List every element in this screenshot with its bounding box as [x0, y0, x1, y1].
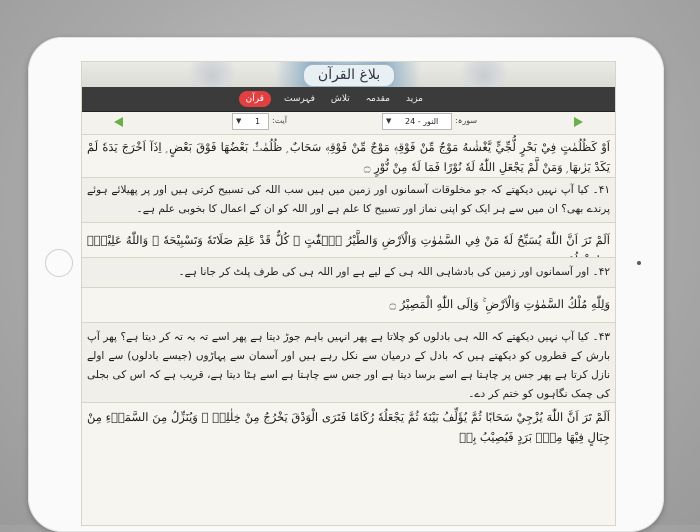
surah-label: سورہ: [455, 116, 478, 125]
chevron-down-icon: ▼ [236, 117, 242, 125]
home-button[interactable] [45, 249, 73, 277]
ornament-left-icon [182, 62, 242, 87]
urdu-translation-row: ۴۱۔ کیا آپ نہیں دیکھتے کہ جو مخلوقات آسم… [82, 177, 615, 222]
logo-text: بلاغ القرآن [303, 64, 395, 87]
nav-item-introduction[interactable]: مقدمہ [363, 91, 393, 107]
app-screen: بلاغ القرآن قرآن فہرست تلاش مقدمہ مزید ▼… [82, 62, 615, 525]
nav-item-search[interactable]: تلاش [328, 91, 353, 107]
nav-item-quran[interactable]: قرآن [238, 91, 271, 107]
arabic-verse-row: اَلَمْ تَرَ اَنَّ اللّٰهَ يُسَبِّحُ لَهٗ… [82, 222, 615, 267]
logo: بلاغ القرآن [275, 62, 421, 87]
chevron-down-icon: ▼ [386, 117, 392, 125]
header-banner: بلاغ القرآن [82, 62, 615, 87]
arabic-verse-row: اَوْ كَظُلُمٰتٍ فِيْ بَحْرٍ لُّجِّيٍّ يَ… [82, 134, 615, 177]
next-arrow-icon[interactable] [574, 117, 583, 127]
ayat-label: آیت: [272, 116, 287, 125]
ayat-value: 1 [255, 117, 261, 126]
nav-bar: قرآن فہرست تلاش مقدمہ مزید [82, 87, 615, 112]
surah-value: 24 - النور [405, 117, 439, 126]
arabic-verse-row: اَلَمْ تَرَ اَنَّ اللّٰهَ يُزْجِيْ سَحَا… [82, 402, 615, 525]
ayat-select[interactable]: ▼ 1 [232, 113, 269, 130]
urdu-translation-row: ۴۳۔ کیا آپ نہیں دیکھتے کہ اللہ ہی بادلوں… [82, 322, 615, 402]
camera-dot [637, 261, 641, 265]
previous-arrow-icon[interactable] [114, 117, 123, 127]
ornament-right-icon [454, 62, 514, 87]
toolbar: ▼ 1 آیت: ▼ 24 - النور سورہ: [82, 112, 615, 134]
urdu-translation-row: ۴۲۔ اور آسمانوں اور زمین کی بادشاہی اللہ… [82, 257, 615, 287]
nav-menu: قرآن فہرست تلاش مقدمہ مزید [238, 90, 426, 108]
surah-select[interactable]: ▼ 24 - النور [382, 113, 452, 130]
arabic-verse-row: وَلِلّٰهِ مُلْكُ السَّمٰوٰتِ وَالْاَرْضِ… [82, 287, 615, 322]
verse-list: اَوْ كَظُلُمٰتٍ فِيْ بَحْرٍ لُّجِّيٍّ يَ… [82, 134, 615, 525]
nav-item-more[interactable]: مزید [403, 91, 426, 107]
nav-item-index[interactable]: فہرست [281, 91, 318, 107]
